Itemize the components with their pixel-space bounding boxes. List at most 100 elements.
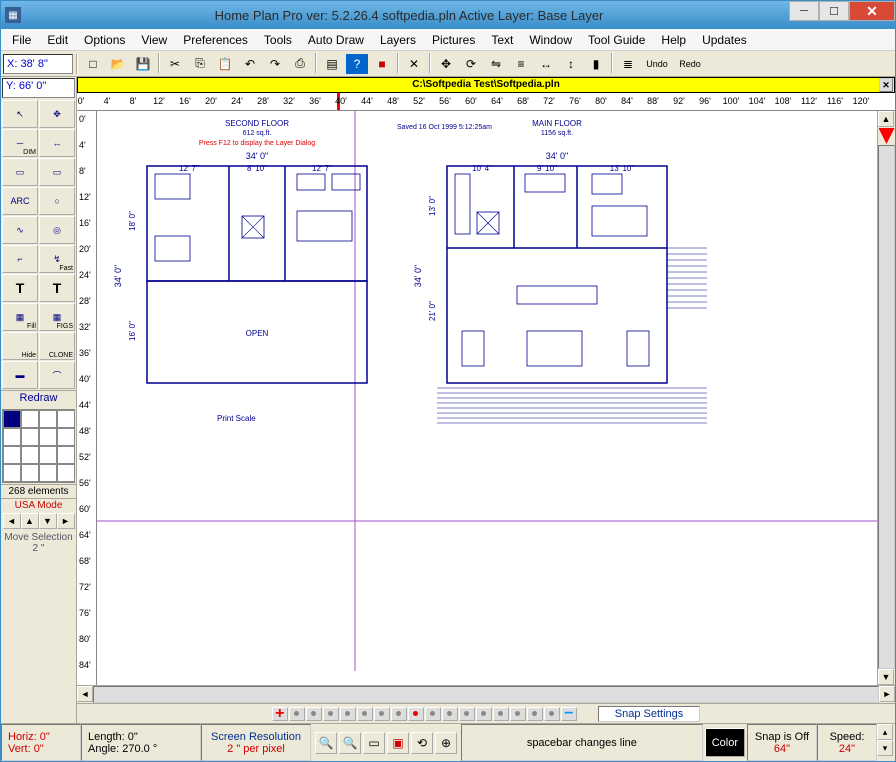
snap-dot-8[interactable] xyxy=(425,707,441,721)
snap-dot-4[interactable] xyxy=(357,707,373,721)
menu-help[interactable]: Help xyxy=(654,31,693,49)
nudge-left[interactable]: ◄ xyxy=(3,513,21,529)
rot-icon[interactable]: ⟳ xyxy=(459,53,483,75)
zoom-window-icon[interactable]: ▭ xyxy=(363,732,385,754)
v-icon[interactable]: ↕ xyxy=(559,53,583,75)
snap-dot-11[interactable] xyxy=(476,707,492,721)
snap-dot-2[interactable] xyxy=(323,707,339,721)
tool-step[interactable]: ⌐ xyxy=(2,245,38,273)
scroll-left-icon[interactable]: ◄ xyxy=(77,686,93,702)
undo2-icon[interactable]: Undo xyxy=(641,53,673,75)
menu-tools[interactable]: Tools xyxy=(257,31,299,49)
speed-up-icon[interactable]: ▴ xyxy=(877,724,893,740)
line-icon[interactable]: ≣ xyxy=(616,53,640,75)
zoom-out-icon[interactable]: 🔍 xyxy=(315,732,337,754)
snap-dot-14[interactable] xyxy=(527,707,543,721)
tool-dim[interactable]: ↔ xyxy=(39,129,75,157)
snap-dot-0[interactable] xyxy=(289,707,305,721)
menu-window[interactable]: Window xyxy=(522,31,579,49)
snap-dot-7[interactable] xyxy=(408,707,424,721)
menu-text[interactable]: Text xyxy=(484,31,520,49)
tool-line[interactable]: ─DIM xyxy=(2,129,38,157)
nudge-right[interactable]: ► xyxy=(57,513,75,529)
paste-icon[interactable]: 📋 xyxy=(213,53,237,75)
menu-options[interactable]: Options xyxy=(77,31,132,49)
zoom-prev-icon[interactable]: ⟲ xyxy=(411,732,433,754)
nudge-up[interactable]: ▲ xyxy=(21,513,39,529)
tool-circle[interactable]: ○ xyxy=(39,187,75,215)
cut-icon[interactable]: ✂ xyxy=(163,53,187,75)
nudge-down[interactable]: ▼ xyxy=(39,513,57,529)
tool-curve[interactable]: ⌒ xyxy=(39,361,75,389)
copy-icon[interactable]: ⎘ xyxy=(188,53,212,75)
menu-preferences[interactable]: Preferences xyxy=(176,31,255,49)
drawing-canvas[interactable]: SECOND FLOOR 612 sq.ft. Press F12 to dis… xyxy=(97,111,877,685)
layer-icon[interactable]: ▤ xyxy=(320,53,344,75)
snap-dot-1[interactable] xyxy=(306,707,322,721)
tool-pan[interactable]: ✥ xyxy=(39,100,75,128)
scroll-right-icon[interactable]: ► xyxy=(879,686,895,702)
scroll-up-icon[interactable]: ▲ xyxy=(878,111,894,127)
zoom-in-icon[interactable]: 🔍 xyxy=(339,732,361,754)
snap-decrease[interactable]: − xyxy=(561,707,577,721)
snap-dot-15[interactable] xyxy=(544,707,560,721)
redo-icon[interactable]: ↷ xyxy=(263,53,287,75)
snap-dot-13[interactable] xyxy=(510,707,526,721)
menu-pictures[interactable]: Pictures xyxy=(425,31,482,49)
undo-icon[interactable]: ↶ xyxy=(238,53,262,75)
menu-layers[interactable]: Layers xyxy=(373,31,423,49)
zoom-all-icon[interactable]: ⊕ xyxy=(435,732,457,754)
tool-rect-open[interactable]: ▭ xyxy=(2,158,38,186)
snap-dot-10[interactable] xyxy=(459,707,475,721)
menu-auto-draw[interactable]: Auto Draw xyxy=(301,31,371,49)
open-icon[interactable]: 📂 xyxy=(106,53,130,75)
snap-dot-6[interactable] xyxy=(391,707,407,721)
vertical-scrollbar[interactable]: ▲ ▼ xyxy=(877,111,895,685)
tool-text[interactable]: T xyxy=(2,274,38,302)
tool-hide[interactable]: Hide xyxy=(2,332,38,360)
snap-dot-3[interactable] xyxy=(340,707,356,721)
tool-fill[interactable]: ▦Fill xyxy=(2,303,38,331)
tool-select-arrow[interactable]: ↖ xyxy=(2,100,38,128)
color-palette[interactable] xyxy=(2,409,75,483)
menu-view[interactable]: View xyxy=(134,31,174,49)
menu-tool-guide[interactable]: Tool Guide xyxy=(581,31,652,49)
horizontal-scrollbar[interactable]: ◄ ► xyxy=(77,685,895,703)
tool-shape1[interactable]: ▬ xyxy=(2,361,38,389)
color-button[interactable]: Color xyxy=(705,728,745,757)
tool-figs[interactable]: ▦FIGS xyxy=(39,303,75,331)
new-icon[interactable]: □ xyxy=(81,53,105,75)
speed-down-icon[interactable]: ▾ xyxy=(877,740,893,756)
h-icon[interactable]: ↔ xyxy=(534,53,558,75)
snap-increase[interactable]: + xyxy=(272,707,288,721)
x-icon[interactable]: ✕ xyxy=(402,53,426,75)
save-icon[interactable]: 💾 xyxy=(131,53,155,75)
tool-spline[interactable]: ∿ xyxy=(2,216,38,244)
tool-arc[interactable]: ARC xyxy=(2,187,38,215)
help-icon[interactable]: ? xyxy=(345,53,369,75)
snap-settings-button[interactable]: Snap Settings xyxy=(598,706,701,722)
redraw-button[interactable]: Redraw xyxy=(1,390,76,408)
stop-icon[interactable]: ■ xyxy=(370,53,394,75)
zoom-extents-icon[interactable]: ▣ xyxy=(387,732,409,754)
menu-edit[interactable]: Edit xyxy=(40,31,75,49)
menu-updates[interactable]: Updates xyxy=(695,31,754,49)
tool-clone[interactable]: CLONE xyxy=(39,332,75,360)
tool-fast[interactable]: ↯Fast xyxy=(39,245,75,273)
align-icon[interactable]: ≡ xyxy=(509,53,533,75)
doc-close-icon[interactable]: ✕ xyxy=(879,78,893,92)
snap-dot-5[interactable] xyxy=(374,707,390,721)
minimize-button[interactable]: ─ xyxy=(789,1,819,21)
menu-file[interactable]: File xyxy=(5,31,38,49)
scroll-down-icon[interactable]: ▼ xyxy=(878,669,894,685)
maximize-button[interactable]: ☐ xyxy=(819,1,849,21)
redo2-icon[interactable]: Redo xyxy=(674,53,706,75)
tool-rect[interactable]: ▭ xyxy=(39,158,75,186)
mirror-icon[interactable]: ⇋ xyxy=(484,53,508,75)
bold-icon[interactable]: ▮ xyxy=(584,53,608,75)
snap-dot-12[interactable] xyxy=(493,707,509,721)
tool-text-bold[interactable]: T xyxy=(39,274,75,302)
move-icon[interactable]: ✥ xyxy=(434,53,458,75)
print-icon[interactable]: ⎙ xyxy=(288,53,312,75)
close-button[interactable]: ✕ xyxy=(849,1,895,21)
